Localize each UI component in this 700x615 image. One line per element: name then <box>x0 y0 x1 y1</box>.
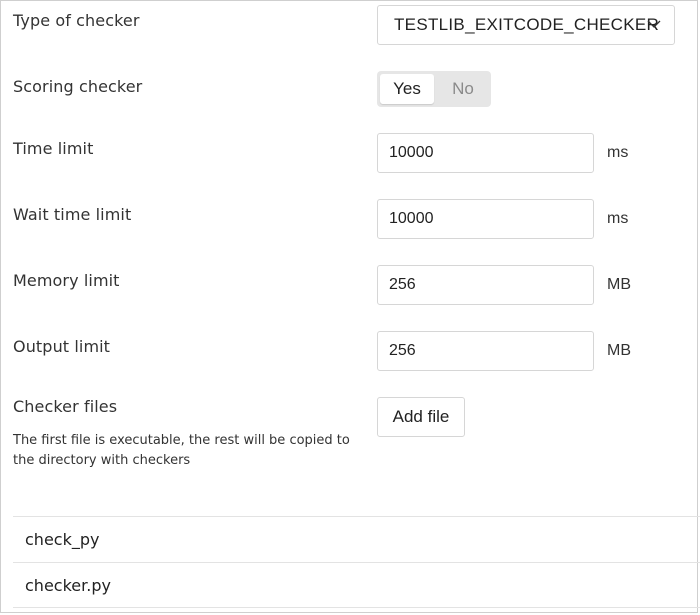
memory-limit-label: Memory limit <box>13 271 120 290</box>
output-limit-input[interactable] <box>377 331 594 371</box>
wait-time-limit-unit: ms <box>607 210 629 227</box>
wait-time-limit-input[interactable] <box>377 199 594 239</box>
add-file-button[interactable]: Add file <box>377 397 465 437</box>
checker-file-item[interactable]: checker.py <box>13 562 700 608</box>
output-limit-label: Output limit <box>13 337 111 356</box>
checker-type-value: TESTLIB_EXITCODE_CHECKER <box>394 15 660 34</box>
time-limit-input[interactable] <box>377 133 594 173</box>
memory-limit-input[interactable] <box>377 265 594 305</box>
scoring-yes-option[interactable]: Yes <box>380 74 434 104</box>
checker-settings-panel: Type of checker TESTLIB_EXITCODE_CHECKER… <box>0 0 700 613</box>
checker-type-label: Type of checker <box>13 11 140 30</box>
scoring-no-option[interactable]: No <box>437 74 489 104</box>
memory-limit-unit: MB <box>607 276 631 293</box>
time-limit-unit: ms <box>607 144 629 161</box>
output-limit-unit: MB <box>607 342 631 359</box>
chevron-down-icon <box>647 20 661 28</box>
time-limit-label: Time limit <box>13 139 94 158</box>
checker-files-label: Checker files <box>13 397 118 416</box>
scoring-checker-label: Scoring checker <box>13 77 143 96</box>
checker-file-item[interactable]: check_py <box>13 516 700 562</box>
wait-time-limit-label: Wait time limit <box>13 205 132 224</box>
checker-type-select[interactable]: TESTLIB_EXITCODE_CHECKER <box>377 5 675 45</box>
scoring-checker-toggle: Yes No <box>377 71 491 107</box>
checker-files-hint: The first file is executable, the rest w… <box>13 433 350 468</box>
